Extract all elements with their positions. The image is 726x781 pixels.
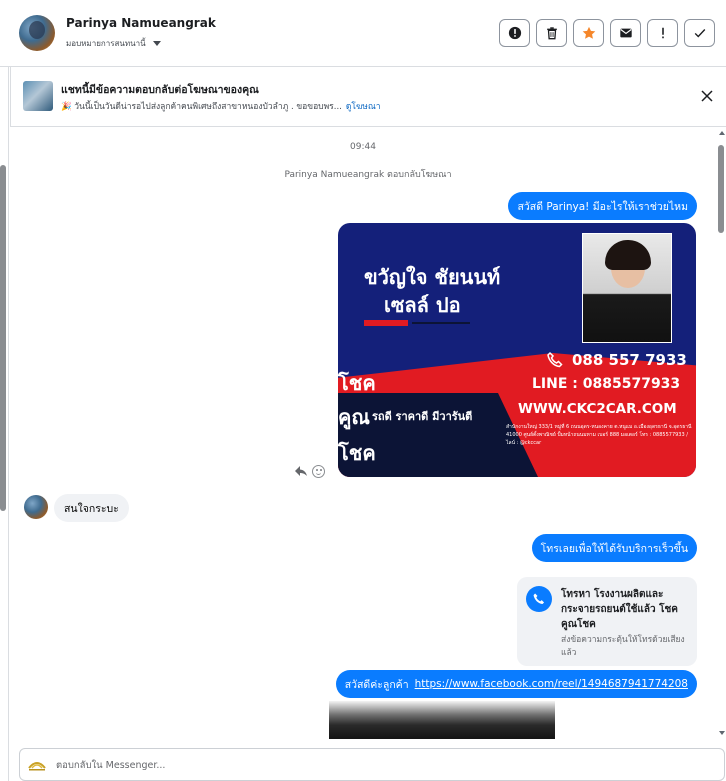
card-website: WWW.CKC2CAR.COM <box>518 401 677 417</box>
card-side-text-2: คูณ <box>338 405 370 429</box>
outgoing-message-greeting[interactable]: สวัสดี Parinya! มีอะไรให้เราช่วยไหม <box>508 192 697 220</box>
call-request-card[interactable]: โทรหา โรงงานผลิตและกระจายรถยนต์ใช้แล้ว โ… <box>517 577 697 666</box>
contact-name[interactable]: Parinya Namueangrak <box>66 16 216 30</box>
page-logo-icon <box>28 762 46 771</box>
left-panel-scrollbar[interactable] <box>0 67 9 781</box>
star-button[interactable] <box>573 19 604 47</box>
business-card-image[interactable]: ขวัญใจ ชัยนนท์ เซลล์ ปอ 088 557 7933 LIN… <box>338 223 696 477</box>
call-card-title: โทรหา โรงงานผลิตและกระจายรถยนต์ใช้แล้ว โ… <box>561 589 678 630</box>
check-icon <box>694 29 705 38</box>
header-actions <box>499 19 715 47</box>
card-side-text-1: โชค <box>338 371 376 395</box>
outgoing-message-call-prompt[interactable]: โทรเลยเพื่อให้ได้รับบริการเร็วขึ้น <box>531 534 697 562</box>
system-message: Parinya Namueangrak ตอบกลับโฆษณา <box>284 170 452 180</box>
ad-reply-banner: แชทนี้มีข้อความตอบกลับต่อโฆษณาของคุณ 🎉 ว… <box>10 67 726 127</box>
card-red-bar <box>364 320 408 326</box>
contact-avatar[interactable] <box>19 15 55 51</box>
ad-banner-text: 🎉 วันนี้เป็นวันดีน่ารอไปส่งลูกค้าคนพิเศษ… <box>61 102 342 112</box>
close-icon[interactable] <box>700 89 714 103</box>
video-link-preview[interactable] <box>329 701 555 739</box>
thread-scroll-thumb[interactable] <box>718 145 724 233</box>
card-address: สำนักงานใหญ่ 333/1 หมู่ที่ 6 ถนนอุดร-หนอ… <box>506 424 692 446</box>
card-phone: 088 557 7933 <box>572 351 687 369</box>
incoming-message[interactable]: สนใจกระบะ <box>54 494 129 522</box>
conversation-header: Parinya Namueangrak มอบหมายการสนทนานี้ <box>0 0 726 67</box>
mark-done-button[interactable] <box>684 19 715 47</box>
reply-icon[interactable] <box>294 465 308 477</box>
react-emoji-icon[interactable] <box>312 465 325 478</box>
link-message-prefix: สวัสดีค่ะลูกค้า <box>344 678 409 691</box>
call-button[interactable] <box>526 586 552 612</box>
exclamation-icon <box>661 27 664 39</box>
message-composer <box>19 748 725 781</box>
message-timestamp: 09:44 <box>350 142 376 152</box>
card-salesperson-role: เซลล์ ปอ <box>384 293 461 317</box>
assign-conversation-dropdown[interactable]: มอบหมายการสนทนานี้ <box>66 37 161 50</box>
card-line-id: LINE : 0885577933 <box>532 376 681 392</box>
call-card-subtitle: ส่งข้อความกระตุ้นให้โทรด้วยเสียงแล้ว <box>561 635 685 658</box>
ad-banner-title: แชทนี้มีข้อความตอบกลับต่อโฆษณาของคุณ <box>61 84 259 96</box>
caret-down-icon <box>152 41 161 46</box>
ad-thumbnail[interactable] <box>23 81 53 111</box>
reply-input[interactable] <box>56 756 696 774</box>
assign-label: มอบหมายการสนทนานี้ <box>66 39 146 48</box>
ad-banner-subtitle: 🎉 วันนี้เป็นวันดีน่ารอไปส่งลูกค้าคนพิเศษ… <box>61 99 381 113</box>
phone-icon <box>533 593 545 605</box>
card-slogan: รถดี ราคาดี มีวารันตี <box>372 410 473 423</box>
trash-icon <box>546 27 557 40</box>
card-side-text-3: โชค <box>338 441 376 465</box>
phone-icon <box>547 351 563 368</box>
scroll-up-icon[interactable] <box>719 131 725 135</box>
delete-button[interactable] <box>536 19 567 47</box>
view-ad-link[interactable]: ดูโฆษณา <box>346 102 381 112</box>
mark-unread-button[interactable] <box>610 19 641 47</box>
scroll-down-icon[interactable] <box>719 731 725 735</box>
envelope-icon <box>619 28 632 38</box>
left-scroll-thumb[interactable] <box>0 165 6 511</box>
outgoing-message-link[interactable]: สวัสดีค่ะลูกค้า https://www.facebook.com… <box>335 670 697 698</box>
message-thread[interactable]: 09:44 Parinya Namueangrak ตอบกลับโฆษณา ส… <box>10 127 716 739</box>
alert-circle-icon <box>508 26 521 40</box>
thread-scrollbar[interactable] <box>716 127 726 739</box>
follow-up-button[interactable] <box>647 19 678 47</box>
card-divider <box>412 322 470 324</box>
reel-link[interactable]: https://www.facebook.com/reel/1494687941… <box>415 678 688 690</box>
mark-spam-button[interactable] <box>499 19 530 47</box>
customer-avatar[interactable] <box>24 495 48 519</box>
star-icon <box>582 26 595 39</box>
salesperson-photo <box>582 233 672 343</box>
